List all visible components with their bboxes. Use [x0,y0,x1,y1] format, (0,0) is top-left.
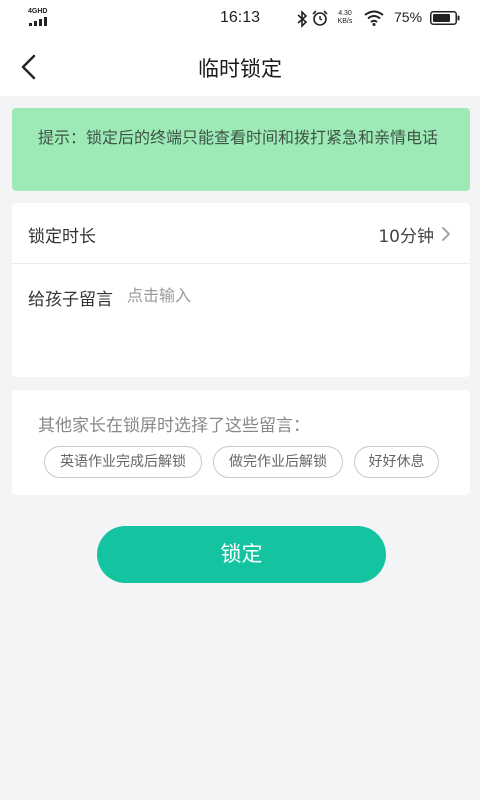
page-title: 临时锁定 [198,57,282,81]
tip-banner: 提示：锁定后的终端只能查看时间和拨打紧急和亲情电话 [12,108,470,191]
network-speed-unit: KB/s [337,18,353,25]
bluetooth-icon [297,10,308,28]
network-speed: 4.30 KB/s [332,10,358,26]
lock-duration-row[interactable]: 锁定时长 10分钟 [12,203,470,264]
message-label: 给孩子留言 [28,290,113,310]
suggestion-chip[interactable]: 好好休息 [354,446,439,478]
suggestion-chip[interactable]: 做完作业后解锁 [213,446,343,478]
lock-duration-label: 锁定时长 [28,227,96,247]
settings-card: 锁定时长 10分钟 给孩子留言 [12,203,470,377]
suggestion-chip[interactable]: 英语作业完成后解锁 [44,446,202,478]
message-input[interactable] [127,282,447,308]
network-speed-value: 4.30 [338,10,352,17]
wifi-icon [364,10,384,26]
battery-percent: 75% [394,9,423,25]
suggestions-card: 其他家长在锁屏时选择了这些留言： 英语作业完成后解锁 做完作业后解锁 好好休息 [12,390,470,495]
chevron-right-icon [442,227,450,241]
tip-text: 提示：锁定后的终端只能查看时间和拨打紧急和亲情电话 [38,128,439,147]
lock-duration-value: 10分钟 [378,227,434,247]
battery-icon [430,11,460,25]
suggestions-title: 其他家长在锁屏时选择了这些留言： [38,416,310,436]
status-bar: 4GHD 16:13 4.30 KB/s 75% [0,0,480,38]
lock-button[interactable]: 锁定 [97,526,386,583]
nav-bar: 临时锁定 [0,38,480,96]
alarm-icon [312,10,328,26]
